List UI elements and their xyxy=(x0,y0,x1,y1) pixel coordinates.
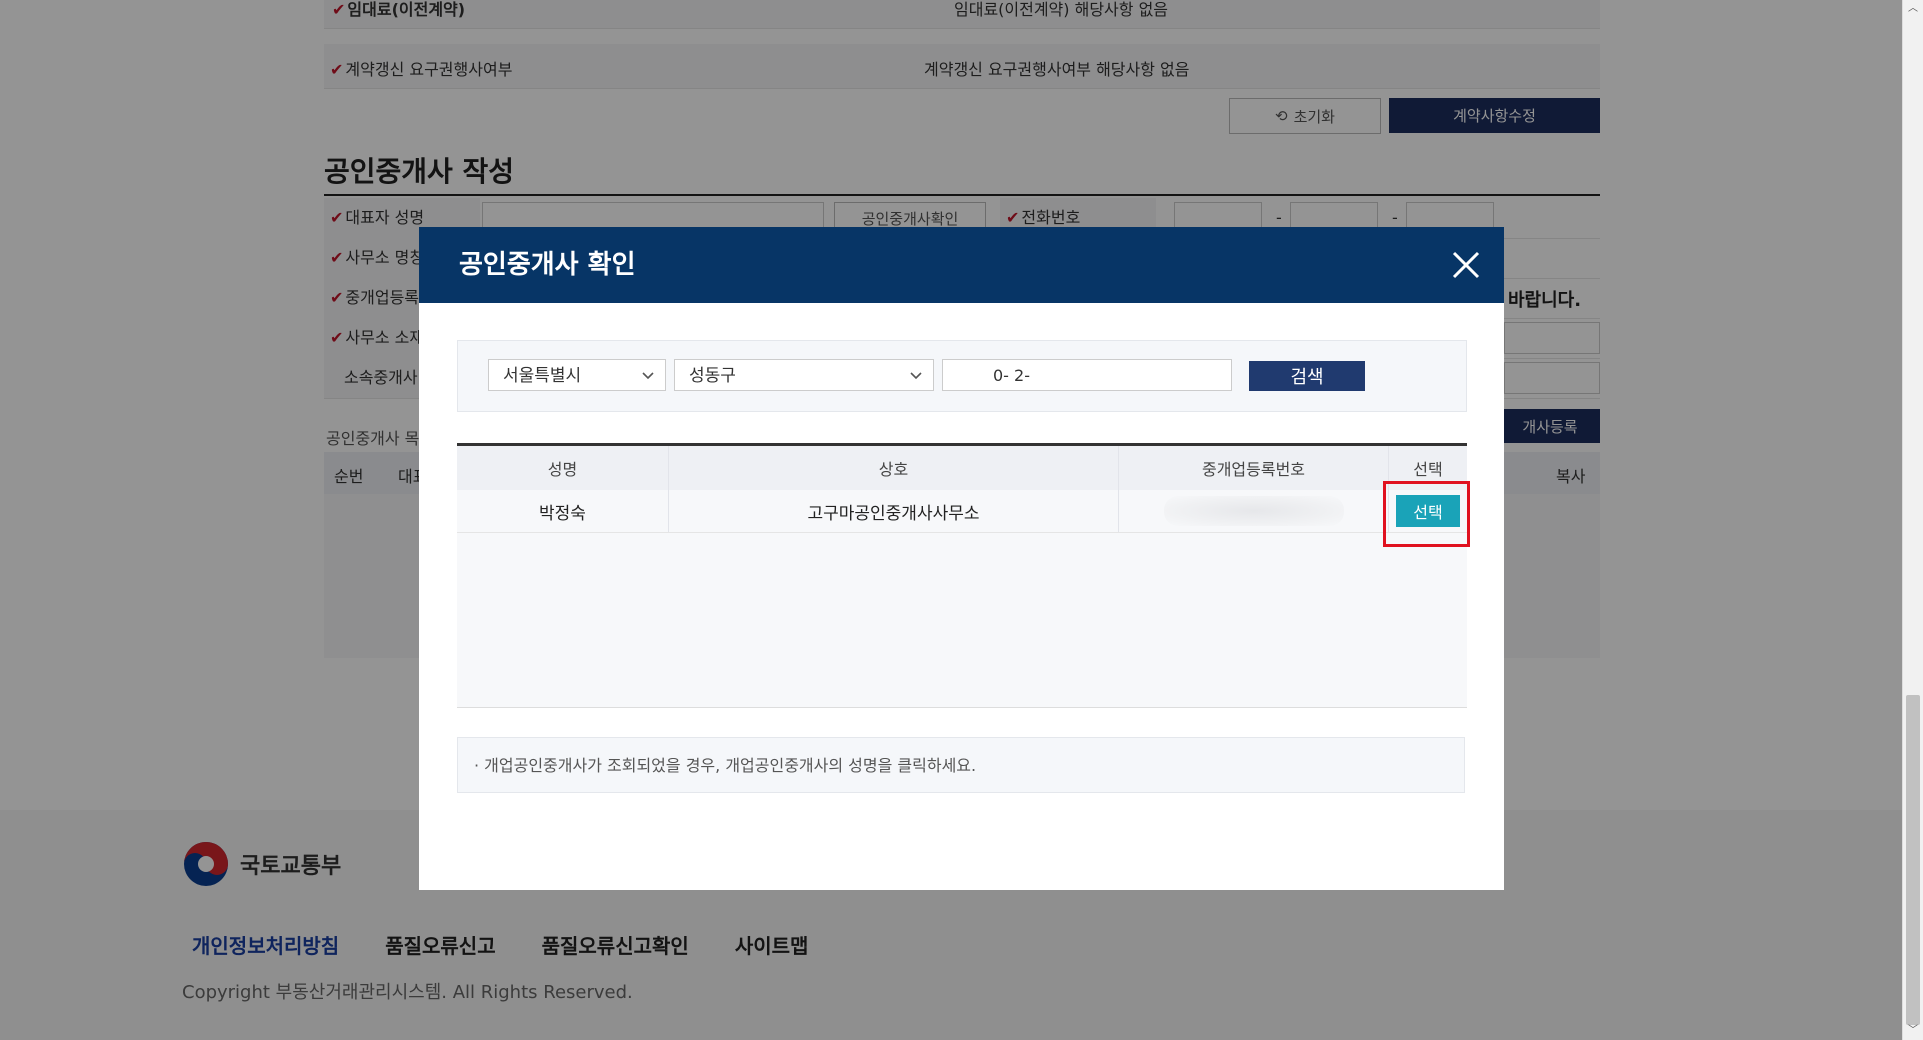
redacted-reg-no xyxy=(1163,496,1344,526)
table-empty-area xyxy=(457,533,1467,708)
scroll-up-icon[interactable]: ︿ xyxy=(1903,0,1923,18)
sigungu-select-value: 성동구 xyxy=(689,366,736,386)
chevron-down-icon xyxy=(641,360,655,403)
scroll-thumb[interactable] xyxy=(1906,695,1920,1025)
broker-name[interactable]: 박정숙 xyxy=(457,490,669,532)
broker-result-table: 성명 상호 중개업등록번호 선택 박정숙 고구마공인중개사사무소 선택 xyxy=(457,443,1467,708)
sigungu-select[interactable]: 성동구 xyxy=(674,359,934,391)
header-reg-no: 중개업등록번호 xyxy=(1119,446,1389,490)
page-scrollbar[interactable]: ︿ ﹀ xyxy=(1902,0,1923,1040)
close-icon[interactable] xyxy=(1446,245,1486,285)
header-company: 상호 xyxy=(669,446,1119,490)
broker-company: 고구마공인중개사사무소 xyxy=(669,490,1119,532)
reg-no-search-input[interactable]: 0- 2- xyxy=(942,359,1232,391)
help-note: · 개업공인중개사가 조회되었을 경우, 개업공인중개사의 성명을 클릭하세요. xyxy=(457,737,1465,793)
broker-reg-no xyxy=(1119,490,1389,532)
search-panel: 서울특별시 성동구 0- 2- 검색 xyxy=(457,340,1467,412)
header-name: 성명 xyxy=(457,446,669,490)
scroll-down-icon[interactable]: ﹀ xyxy=(1903,1022,1923,1040)
sido-select-value: 서울특별시 xyxy=(503,366,582,386)
search-button[interactable]: 검색 xyxy=(1249,361,1365,391)
chevron-down-icon xyxy=(909,360,923,403)
select-button-highlight xyxy=(1383,481,1470,547)
sido-select[interactable]: 서울특별시 xyxy=(488,359,666,391)
table-header: 성명 상호 중개업등록번호 선택 xyxy=(457,443,1467,490)
table-row[interactable]: 박정숙 고구마공인중개사사무소 선택 xyxy=(457,490,1467,533)
broker-confirm-modal: 공인중개사 확인 서울특별시 성동구 0- 2- 검색 성명 상호 중개업등록번… xyxy=(419,227,1504,890)
modal-title: 공인중개사 확인 xyxy=(459,250,636,280)
modal-header: 공인중개사 확인 xyxy=(419,227,1504,303)
